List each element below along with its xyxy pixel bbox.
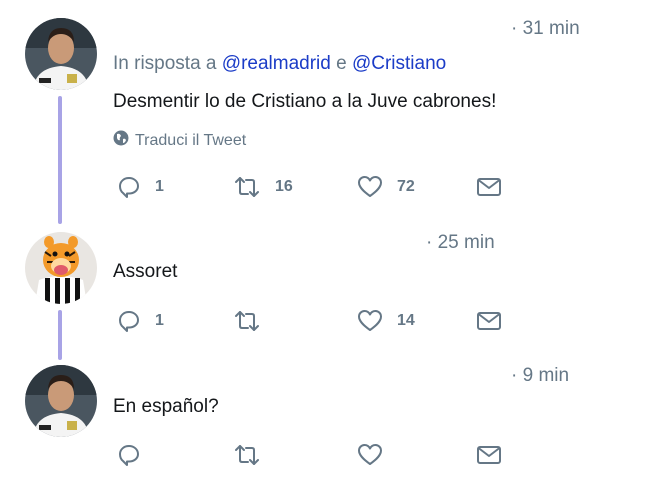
reply-icon (117, 175, 141, 199)
reply-to-line: In risposta a @realmadrid e @Cristiano (113, 53, 446, 75)
tweet-actions: 1 14 (113, 306, 513, 336)
mention-cristiano-link[interactable]: @Cristiano (352, 53, 446, 74)
direct-message-button[interactable] (476, 440, 502, 470)
like-button[interactable] (357, 440, 397, 470)
reply-count: 1 (155, 178, 164, 195)
retweet-icon (233, 175, 261, 199)
tweet-text: Desmentir lo de Cristiano a la Juve cabr… (113, 91, 497, 112)
tweet-text: En español? (113, 396, 219, 417)
direct-message-button[interactable] (476, 172, 502, 202)
tigger-avatar-image (25, 232, 97, 304)
like-button[interactable]: 72 (357, 172, 415, 202)
like-button[interactable]: 14 (357, 306, 415, 336)
envelope-icon (476, 176, 502, 198)
avatar[interactable] (25, 365, 97, 437)
reply-icon (117, 309, 141, 333)
tweet-time[interactable]: · 25 min (426, 232, 495, 254)
like-count: 72 (397, 178, 415, 195)
reply-button[interactable] (117, 440, 155, 470)
retweet-button[interactable] (233, 440, 275, 470)
envelope-icon (476, 310, 502, 332)
heart-icon (357, 443, 383, 467)
reply-icon (117, 443, 141, 467)
direct-message-button[interactable] (476, 306, 502, 336)
retweet-count: 16 (275, 178, 293, 195)
reply-to-prefix: In risposta a (113, 53, 217, 74)
translate-tweet-link[interactable]: Traduci il Tweet (113, 130, 246, 151)
retweet-icon (233, 443, 261, 467)
tweet-time[interactable]: · 31 min (511, 18, 580, 40)
thread-line-1 (58, 96, 62, 224)
reply-button[interactable]: 1 (117, 172, 164, 202)
avatar[interactable] (25, 18, 97, 90)
mention-realmadrid-link[interactable]: @realmadrid (222, 53, 331, 74)
translate-label: Traduci il Tweet (135, 131, 247, 149)
tweet-time[interactable]: · 9 min (511, 365, 569, 387)
tweet-actions: 1 16 72 (113, 172, 513, 202)
envelope-icon (476, 444, 502, 466)
player-avatar-image (25, 18, 97, 90)
player-avatar-image (25, 365, 97, 437)
tweet-actions (113, 440, 513, 470)
retweet-icon (233, 309, 261, 333)
thread-line-2 (58, 310, 62, 360)
heart-icon (357, 175, 383, 199)
tweet-text: Assoret (113, 261, 178, 282)
heart-icon (357, 309, 383, 333)
retweet-button[interactable]: 16 (233, 172, 293, 202)
avatar[interactable] (25, 232, 97, 304)
like-count: 14 (397, 312, 415, 329)
globe-icon (113, 130, 129, 151)
retweet-button[interactable] (233, 306, 275, 336)
reply-count: 1 (155, 312, 164, 329)
reply-button[interactable]: 1 (117, 306, 164, 336)
reply-to-conjunction: e (336, 53, 347, 74)
